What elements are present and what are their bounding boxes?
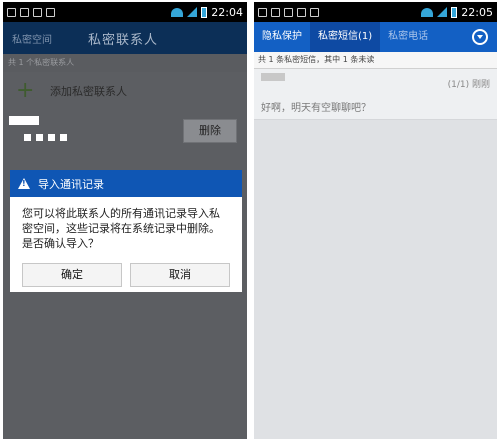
notification-icon: [46, 7, 55, 17]
battery-icon: [451, 6, 458, 18]
message-preview: 好啊，明天有空聊聊吧？: [261, 103, 371, 114]
delete-button[interactable]: 删除: [183, 119, 237, 143]
notification-icon: [297, 7, 306, 17]
masked-contact-number: [24, 134, 31, 141]
tab-bar: 隐私保护 私密短信(1) 私密电话: [254, 22, 497, 52]
notification-icon: [20, 7, 29, 17]
message-item[interactable]: (1/1) 刚刚 好啊，明天有空聊聊吧？: [254, 69, 497, 120]
cancel-button[interactable]: 取消: [130, 263, 230, 287]
import-dialog: 导入通讯记录 您可以将此联系人的所有通讯记录导入私密空间，这些记录将在系统记录中…: [10, 170, 242, 292]
add-contact-button[interactable]: + 添加私密联系人: [3, 72, 247, 110]
status-time: 22:04: [211, 5, 243, 19]
notification-icon: [284, 7, 293, 17]
warning-icon: [18, 178, 30, 189]
dialog-title: 导入通讯记录: [38, 177, 104, 191]
signal-icon: [187, 7, 198, 17]
notification-icons: [258, 7, 319, 17]
contact-row[interactable]: 删除: [3, 110, 247, 165]
signal-icon: [437, 7, 448, 17]
app-header: 私密空间 私密联系人: [3, 22, 247, 54]
tab-private-calls[interactable]: 私密电话: [380, 22, 436, 52]
tab-privacy-protection[interactable]: 隐私保护: [254, 22, 310, 52]
notification-icon: [7, 7, 16, 17]
tab-private-sms[interactable]: 私密短信(1): [310, 22, 381, 52]
masked-contact-name: [9, 116, 39, 125]
sms-count: 共 1 条私密短信，其中 1 条未读: [254, 52, 497, 69]
message-time: 刚刚: [471, 80, 490, 90]
contact-count: 共 1 个私密联系人: [3, 54, 247, 72]
wifi-icon: [421, 7, 434, 17]
status-right: 22:05: [421, 6, 493, 19]
wifi-icon: [171, 7, 184, 17]
masked-contact-number: [60, 134, 67, 141]
status-bar: 22:04: [3, 2, 247, 22]
masked-contact-number: [48, 134, 55, 141]
dialog-message: 您可以将此联系人的所有通讯记录导入私密空间，这些记录将在系统记录中删除。是否确认…: [22, 207, 220, 250]
notification-icons: [7, 7, 55, 17]
status-bar: 22:05: [254, 2, 497, 22]
masked-sender: [261, 73, 285, 81]
notification-icon: [271, 7, 280, 17]
battery-icon: [201, 6, 208, 18]
status-right: 22:04: [171, 6, 243, 19]
dialog-buttons: 确定 取消: [10, 263, 242, 287]
confirm-button[interactable]: 确定: [22, 263, 122, 287]
message-meta: (1/1) 刚刚: [448, 77, 490, 90]
dialog-title-bar: 导入通讯记录: [10, 170, 242, 197]
right-phone-screen: 22:05 隐私保护 私密短信(1) 私密电话 共 1 条私密短信，其中 1 条…: [254, 2, 497, 439]
plus-icon: +: [16, 78, 35, 103]
notification-icon: [310, 7, 319, 17]
back-link[interactable]: 私密空间: [3, 31, 88, 46]
add-contact-label: 添加私密联系人: [50, 85, 127, 98]
masked-contact-number: [36, 134, 43, 141]
left-phone-screen: 22:04 私密空间 私密联系人 共 1 个私密联系人 + 添加私密联系人 删除…: [3, 2, 247, 439]
notification-icon: [33, 7, 42, 17]
status-time: 22:05: [461, 5, 493, 19]
notification-icon: [258, 7, 267, 17]
menu-dropdown-icon[interactable]: [472, 29, 488, 45]
page-title: 私密联系人: [88, 32, 159, 48]
message-count: (1/1): [447, 80, 470, 90]
